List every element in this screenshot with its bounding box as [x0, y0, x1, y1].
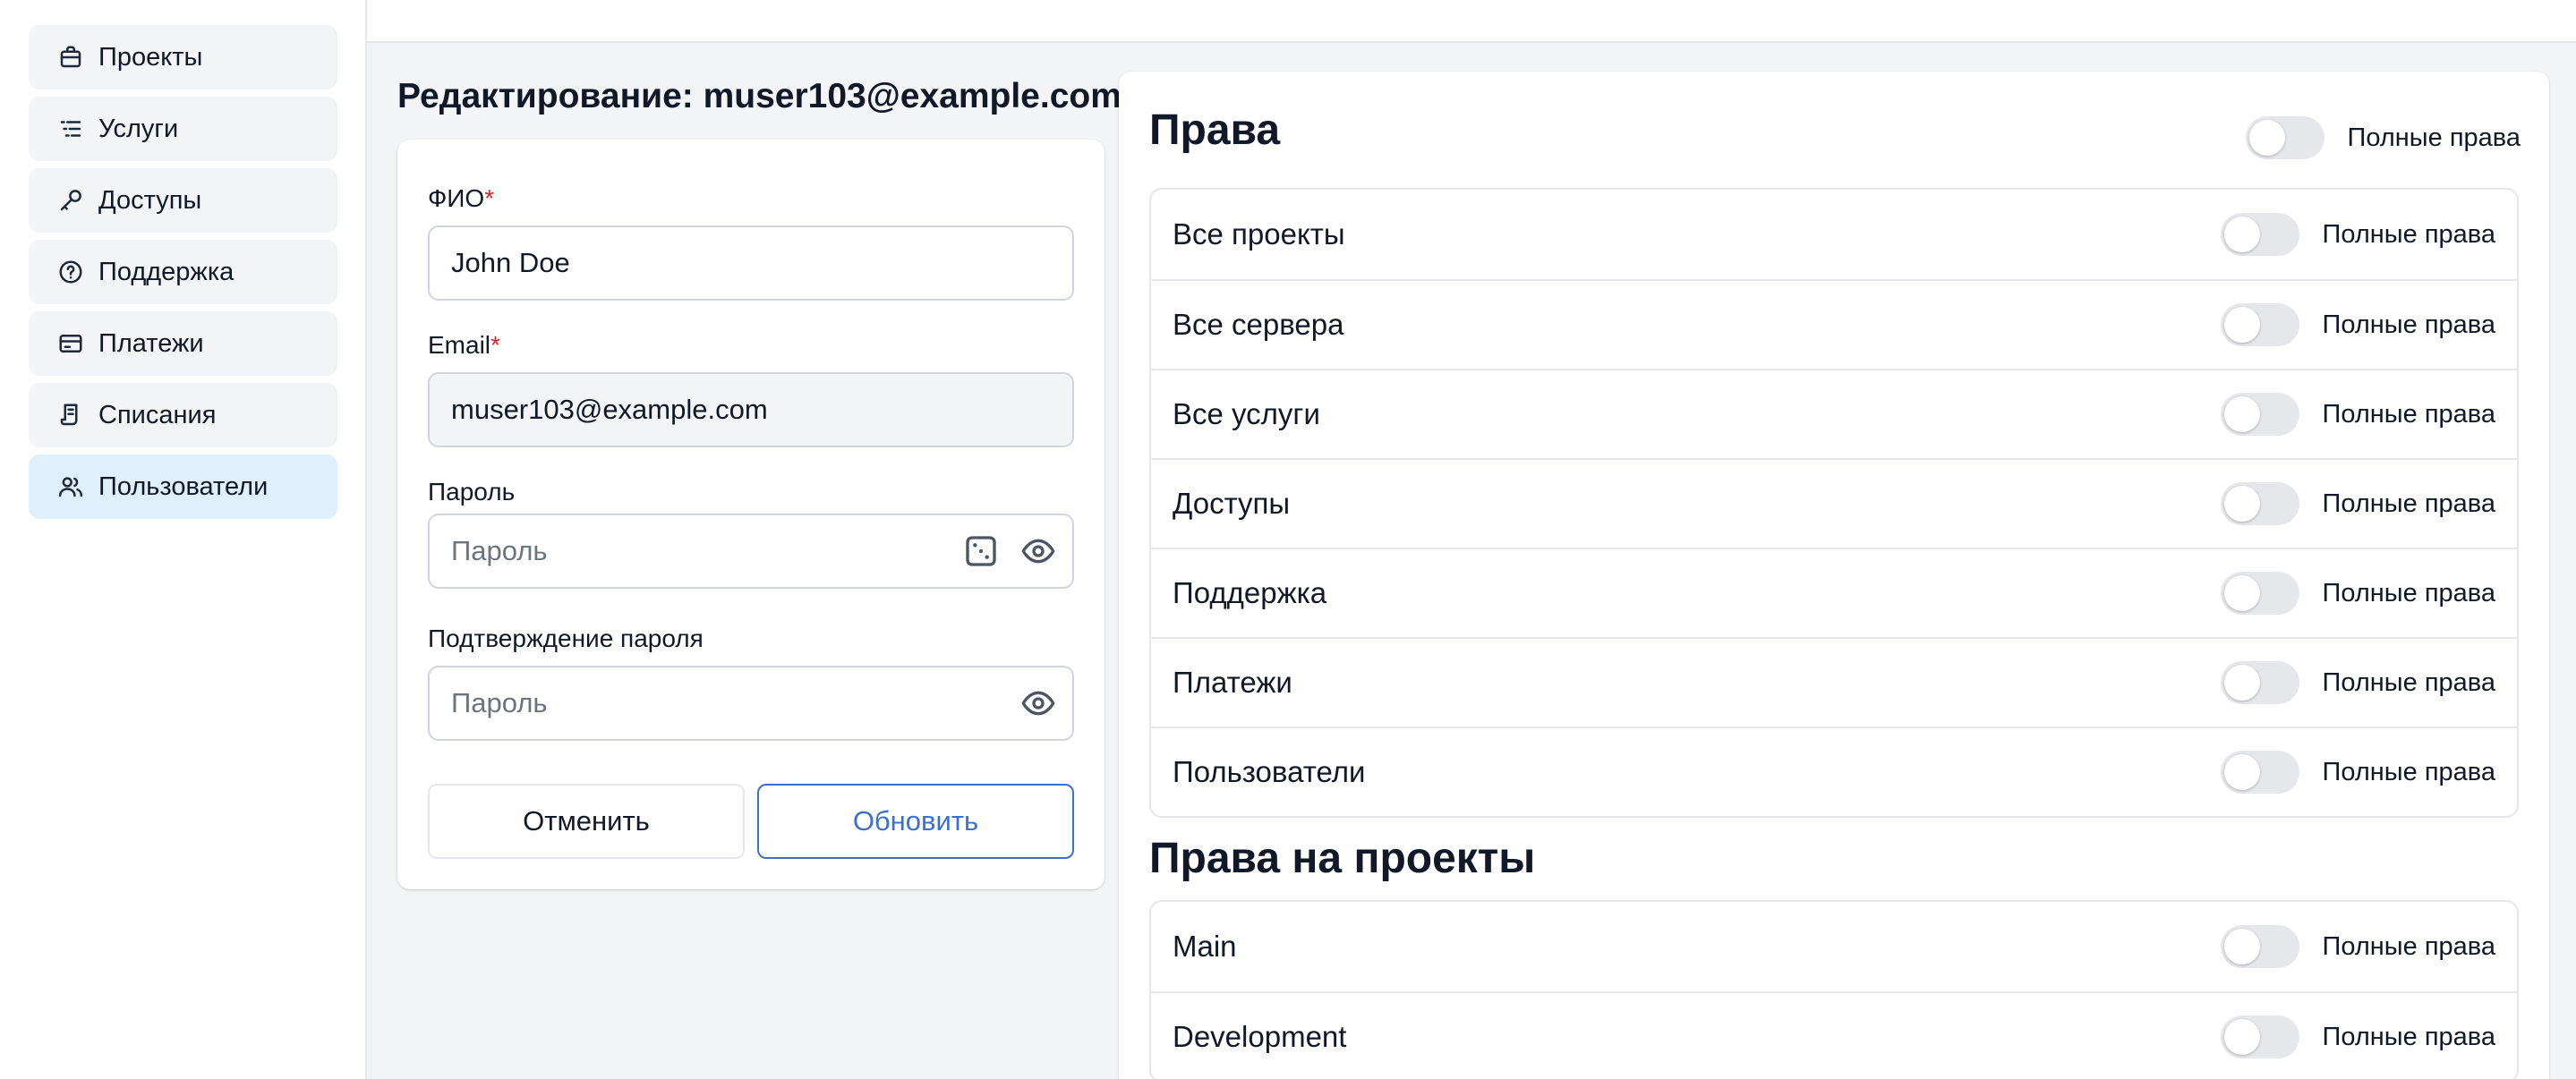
toggle-group: Полные права: [2220, 482, 2495, 525]
rights-full-toggle-group: Полные права: [2245, 116, 2521, 159]
row-label: Все проекты: [1173, 217, 1345, 251]
rights-row-all-projects: Все проекты Полные права: [1151, 190, 2517, 279]
full-rights-toggle[interactable]: [2220, 482, 2299, 525]
update-button[interactable]: Обновить: [757, 784, 1074, 859]
toggle-label: Полные права: [2322, 1022, 2495, 1051]
rights-row-payments: Платежи Полные права: [1151, 637, 2517, 726]
toggle-label: Полные права: [2322, 310, 2495, 339]
sidebar-item-label: Доступы: [98, 185, 202, 215]
sidebar-item-label: Услуги: [98, 114, 179, 143]
eye-icon[interactable]: [1019, 684, 1058, 723]
fio-label: ФИО*: [428, 184, 495, 212]
rights-title: Права: [1149, 106, 1281, 154]
password-confirm-input[interactable]: [428, 666, 1074, 741]
full-rights-toggle[interactable]: [2220, 572, 2299, 615]
toggle-label: Полные права: [2322, 399, 2495, 429]
toggle-group: Полные права: [2220, 751, 2495, 794]
required-marker: *: [484, 184, 495, 212]
toggle-group: Полные права: [2220, 213, 2495, 256]
project-row-development: Development Полные права: [1151, 991, 2517, 1079]
password-confirm-label: Подтверждение пароля: [428, 624, 704, 652]
full-rights-toggle[interactable]: [2220, 303, 2299, 346]
toggle-label: Полные права: [2322, 757, 2495, 786]
project-row-main: Main Полные права: [1151, 902, 2517, 991]
email-label: Email*: [428, 331, 500, 359]
rights-row-all-servers: Все сервера Полные права: [1151, 279, 2517, 369]
sidebar: Проекты Услуги Доступы Поддержка Платежи: [0, 0, 367, 1079]
sidebar-item-services[interactable]: Услуги: [29, 97, 337, 161]
row-label: Все сервера: [1173, 308, 1344, 341]
sidebar-item-support[interactable]: Поддержка: [29, 240, 337, 304]
rights-panel: Права Полные права Все проекты Полные пр…: [1119, 72, 2549, 1079]
full-rights-label: Полные права: [2347, 123, 2521, 152]
toggle-label: Полные права: [2322, 489, 2495, 518]
toggle-group: Полные права: [2220, 661, 2495, 704]
row-label: Development: [1173, 1020, 1347, 1053]
sidebar-item-charges[interactable]: Списания: [29, 383, 337, 447]
key-icon: [57, 187, 84, 214]
email-input: [428, 372, 1074, 447]
rights-row-support: Поддержка Полные права: [1151, 548, 2517, 637]
cancel-button[interactable]: Отменить: [428, 784, 745, 859]
row-label: Все услуги: [1173, 397, 1320, 430]
project-rights-list: Main Полные права Development Полные пра…: [1149, 900, 2519, 1079]
sidebar-item-label: Поддержка: [98, 257, 235, 286]
user-edit-form: ФИО* Email* Пароль Подтверждение пароля …: [397, 140, 1105, 889]
toggle-label: Полные права: [2322, 667, 2495, 697]
full-rights-toggle[interactable]: [2220, 751, 2299, 794]
sidebar-item-label: Пользователи: [98, 472, 269, 501]
toggle-label: Полные права: [2322, 219, 2495, 249]
full-rights-toggle[interactable]: [2245, 116, 2324, 159]
required-marker: *: [490, 331, 500, 359]
full-rights-toggle[interactable]: [2220, 661, 2299, 704]
top-bar: [367, 0, 2576, 43]
briefcase-icon: [57, 44, 84, 71]
sidebar-item-payments[interactable]: Платежи: [29, 311, 337, 376]
app-root: Проекты Услуги Доступы Поддержка Платежи: [0, 0, 2576, 1079]
password-label: Пароль: [428, 478, 516, 506]
full-rights-toggle[interactable]: [2220, 1015, 2299, 1058]
full-rights-toggle[interactable]: [2220, 925, 2299, 968]
sidebar-item-label: Списания: [98, 400, 217, 429]
toggle-group: Полные права: [2220, 303, 2495, 346]
sidebar-item-access[interactable]: Доступы: [29, 168, 337, 233]
sidebar-item-label: Проекты: [98, 42, 203, 72]
eye-icon[interactable]: [1019, 531, 1058, 571]
toggle-group: Полные права: [2220, 925, 2495, 968]
help-circle-icon: [57, 259, 84, 285]
full-rights-toggle[interactable]: [2220, 213, 2299, 256]
toggle-group: Полные права: [2220, 572, 2495, 615]
toggle-label: Полные права: [2322, 931, 2495, 961]
rights-list: Все проекты Полные права Все сервера Пол…: [1149, 188, 2519, 818]
rights-row-access: Доступы Полные права: [1151, 458, 2517, 548]
fio-input[interactable]: [428, 225, 1074, 301]
list-icon: [57, 115, 84, 142]
sidebar-item-users[interactable]: Пользователи: [29, 455, 337, 519]
row-label: Доступы: [1173, 487, 1291, 520]
credit-card-icon: [57, 330, 84, 357]
sidebar-item-projects[interactable]: Проекты: [29, 25, 337, 89]
page-title: Редактирование: muser103@example.com: [397, 77, 1122, 115]
users-icon: [57, 473, 84, 500]
row-label: Поддержка: [1173, 576, 1327, 609]
row-label: Main: [1173, 930, 1237, 963]
toggle-label: Полные права: [2322, 578, 2495, 607]
rights-row-users: Пользователи Полные права: [1151, 726, 2517, 816]
row-label: Платежи: [1173, 666, 1292, 699]
sidebar-item-label: Платежи: [98, 328, 204, 358]
dice-icon[interactable]: [961, 531, 1001, 571]
rights-row-all-services: Все услуги Полные права: [1151, 369, 2517, 458]
full-rights-toggle[interactable]: [2220, 393, 2299, 436]
toggle-group: Полные права: [2220, 1015, 2495, 1058]
receipt-icon: [57, 402, 84, 429]
toggle-group: Полные права: [2220, 393, 2495, 436]
project-rights-title: Права на проекты: [1149, 835, 1536, 882]
row-label: Пользователи: [1173, 755, 1366, 788]
